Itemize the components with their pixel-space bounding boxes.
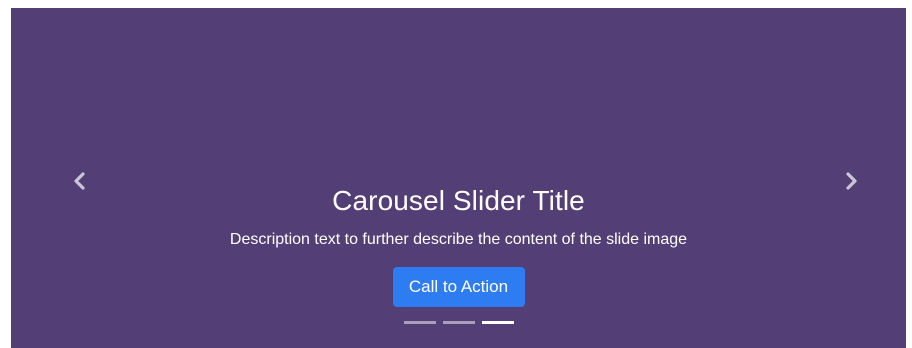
slide-title: Carousel Slider Title: [332, 185, 585, 216]
carousel-indicator-1[interactable]: [403, 321, 436, 324]
carousel-indicator-3[interactable]: [481, 321, 514, 324]
call-to-action-button[interactable]: Call to Action: [392, 267, 525, 307]
slide-description: Description text to further describe the…: [229, 231, 688, 248]
carousel-indicators: [11, 321, 906, 324]
page: Carousel Slider Title Description text t…: [0, 0, 912, 348]
carousel-indicator-2[interactable]: [442, 321, 475, 324]
carousel: Carousel Slider Title Description text t…: [11, 8, 906, 348]
slide-caption: Carousel Slider Title Description text t…: [11, 184, 906, 307]
